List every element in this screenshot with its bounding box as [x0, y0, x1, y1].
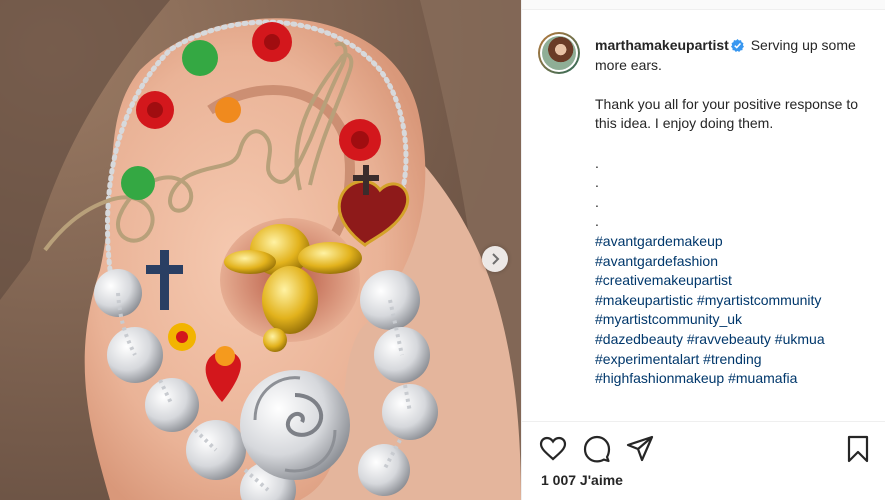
username-link[interactable]: marthamakeupartist — [595, 37, 729, 53]
caption-dot: . — [595, 174, 599, 191]
likes-count[interactable]: 1 007 J'aime — [541, 472, 623, 488]
hashtag-line[interactable]: #dazedbeauty #ravvebeauty #ukmua — [595, 330, 865, 350]
verified-badge-icon — [730, 39, 744, 52]
hashtag-line[interactable]: #makeupartistic #myartistcommunity — [595, 291, 865, 311]
hashtag-line[interactable]: #myartistcommunity_uk — [595, 310, 865, 330]
post-side-panel: marthamakeupartist Serving up some more … — [521, 0, 885, 500]
instagram-post: marthamakeupartist Serving up some more … — [0, 0, 885, 500]
chevron-right-icon — [492, 253, 500, 265]
caption-dot: . — [595, 193, 599, 210]
caption-paragraph: Thank you all for your positive response… — [595, 95, 859, 132]
avatar[interactable] — [538, 32, 580, 74]
hashtag-line[interactable]: #avantgardefashion — [595, 252, 865, 272]
paper-plane-icon[interactable] — [626, 435, 654, 463]
bookmark-icon[interactable] — [844, 435, 872, 463]
hashtag-line[interactable]: #experimentalart #trending — [595, 350, 865, 370]
caption-dot: . — [595, 154, 599, 171]
heart-icon[interactable] — [539, 435, 567, 463]
hashtag-line[interactable]: #avantgardemakeup — [595, 232, 865, 252]
caption-comment: marthamakeupartist Serving up some more … — [522, 10, 885, 420]
ear-jewelry-photo — [0, 0, 521, 500]
caption-dot: . — [595, 213, 599, 230]
next-photo-button[interactable] — [482, 246, 508, 272]
action-bar — [522, 421, 885, 476]
comment-bubble-icon[interactable] — [583, 435, 611, 463]
hashtag-line[interactable]: #highfashionmakeup #muamafia — [595, 369, 865, 389]
hashtag-line[interactable]: #creativemakeupartist — [595, 271, 865, 291]
panel-top-divider — [522, 0, 885, 10]
post-photo[interactable] — [0, 0, 521, 500]
caption-text: marthamakeupartist Serving up some more … — [595, 36, 865, 389]
